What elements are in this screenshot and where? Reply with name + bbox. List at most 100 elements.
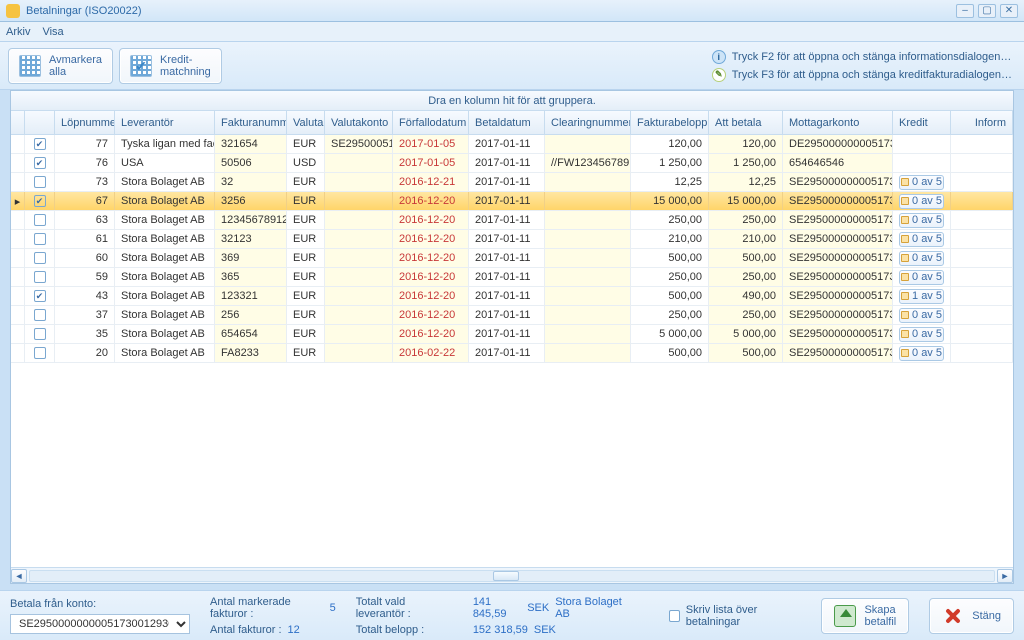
- kredit-pill[interactable]: 0 av 5: [899, 308, 944, 323]
- row-indicator: [11, 173, 25, 191]
- cell-kredit: [893, 154, 951, 172]
- cell-mottagarkonto: 654646546: [783, 154, 893, 172]
- col-fakturabelopp[interactable]: Fakturabelopp: [631, 111, 709, 134]
- credit-match-button[interactable]: Kredit- matchning: [119, 48, 222, 84]
- kredit-text: 0 av 5: [912, 271, 942, 283]
- col-fakturanummer[interactable]: Fakturanummer: [215, 111, 287, 134]
- row-checkbox[interactable]: [25, 173, 55, 191]
- menubar: Arkiv Visa: [0, 22, 1024, 42]
- row-checkbox[interactable]: [25, 344, 55, 362]
- table-row[interactable]: 59Stora Bolaget AB365EUR2016-12-202017-0…: [11, 268, 1013, 287]
- col-lopnummer[interactable]: Löpnummer: [55, 111, 115, 134]
- col-inform[interactable]: Inform: [951, 111, 1013, 134]
- table-row[interactable]: 63Stora Bolaget AB123456789123…EUR2016-1…: [11, 211, 1013, 230]
- row-checkbox[interactable]: [25, 325, 55, 343]
- menu-visa[interactable]: Visa: [42, 26, 63, 38]
- create-payment-file-button[interactable]: Skapa betalfil: [821, 598, 909, 634]
- credit-match-label-2: matchning: [160, 66, 211, 78]
- cell-betaldatum: 2017-01-11: [469, 230, 545, 248]
- print-list-checkbox[interactable]: Skriv lista över betalningar: [669, 604, 802, 628]
- col-leverantor[interactable]: Leverantör: [115, 111, 215, 134]
- total-value: 152 318,59: [473, 624, 528, 636]
- row-checkbox[interactable]: ✔: [25, 192, 55, 210]
- table-row[interactable]: ▸✔67Stora Bolaget AB3256EUR2016-12-20201…: [11, 192, 1013, 211]
- cell-fakturanummer: 321654: [215, 135, 287, 153]
- cell-mottagarkonto: SE2950000000051730…: [783, 344, 893, 362]
- pay-from-account-select[interactable]: SE29500000000051730012930: [10, 614, 190, 634]
- upload-icon: [834, 605, 856, 627]
- col-att-betala[interactable]: Att betala: [709, 111, 783, 134]
- kredit-pill[interactable]: 0 av 5: [899, 194, 944, 209]
- deselect-all-button[interactable]: Avmarkera alla: [8, 48, 113, 84]
- table-row[interactable]: ✔77Tyska ligan med facto…321654EURSE2950…: [11, 135, 1013, 154]
- row-checkbox[interactable]: [25, 249, 55, 267]
- table-row[interactable]: 20Stora Bolaget ABFA8233EUR2016-02-22201…: [11, 344, 1013, 363]
- hint-f2-text: Tryck F2 för att öppna och stänga inform…: [732, 51, 1012, 63]
- cell-clearingnummer: [545, 268, 631, 286]
- cell-lopnummer: 35: [55, 325, 115, 343]
- col-forfallodatum[interactable]: Förfallodatum: [393, 111, 469, 134]
- cell-clearingnummer: [545, 249, 631, 267]
- edit-icon: [901, 273, 909, 281]
- table-row[interactable]: ✔43Stora Bolaget AB123321EUR2016-12-2020…: [11, 287, 1013, 306]
- cell-forfallodatum: 2016-12-20: [393, 287, 469, 305]
- table-row[interactable]: ✔76USA50506USD2017-01-052017-01-11//FW12…: [11, 154, 1013, 173]
- col-kredit[interactable]: Kredit: [893, 111, 951, 134]
- col-valuta[interactable]: Valuta: [287, 111, 325, 134]
- kredit-pill[interactable]: 0 av 5: [899, 175, 944, 190]
- total-ccy: SEK: [534, 624, 556, 636]
- col-valutakonto[interactable]: Valutakonto: [325, 111, 393, 134]
- hint-f3-text: Tryck F3 för att öppna och stänga kredit…: [732, 69, 1012, 81]
- kredit-pill[interactable]: 0 av 5: [899, 270, 944, 285]
- kredit-pill[interactable]: 0 av 5: [899, 327, 944, 342]
- menu-arkiv[interactable]: Arkiv: [6, 26, 30, 38]
- row-checkbox[interactable]: [25, 306, 55, 324]
- row-checkbox[interactable]: [25, 211, 55, 229]
- close-window-button[interactable]: ✕: [1000, 4, 1018, 18]
- row-checkbox[interactable]: [25, 268, 55, 286]
- scroll-thumb[interactable]: [493, 571, 519, 581]
- edit-icon: [901, 216, 909, 224]
- edit-icon: [901, 197, 909, 205]
- create-file-label-1: Skapa: [864, 604, 896, 616]
- scroll-left-icon[interactable]: ◄: [11, 569, 27, 583]
- table-row[interactable]: 73Stora Bolaget AB32EUR2016-12-212017-01…: [11, 173, 1013, 192]
- create-file-label-2: betalfil: [864, 616, 896, 628]
- minimize-button[interactable]: –: [956, 4, 974, 18]
- cell-valutakonto: [325, 154, 393, 172]
- row-checkbox[interactable]: ✔: [25, 287, 55, 305]
- cell-clearingnummer: //FW123456789: [545, 154, 631, 172]
- marked-invoices-label: Antal markerade fakturor :: [210, 596, 324, 620]
- maximize-button[interactable]: ▢: [978, 4, 996, 18]
- edit-icon: [901, 349, 909, 357]
- kredit-pill[interactable]: 0 av 5: [899, 213, 944, 228]
- close-button[interactable]: Stäng: [929, 598, 1014, 634]
- table-row[interactable]: 60Stora Bolaget AB369EUR2016-12-202017-0…: [11, 249, 1013, 268]
- cell-clearingnummer: [545, 287, 631, 305]
- grid-icon: [19, 55, 41, 77]
- table-row[interactable]: 35Stora Bolaget AB654654EUR2016-12-20201…: [11, 325, 1013, 344]
- row-indicator: ▸: [11, 192, 25, 210]
- edit-icon: [901, 254, 909, 262]
- row-checkbox[interactable]: [25, 230, 55, 248]
- footer: Betala från konto: SE2950000000005173001…: [0, 590, 1024, 640]
- scroll-right-icon[interactable]: ►: [997, 569, 1013, 583]
- cell-fakturanummer: FA8233: [215, 344, 287, 362]
- cell-inform: [951, 230, 1013, 248]
- col-mottagarkonto[interactable]: Mottagarkonto: [783, 111, 893, 134]
- table-row[interactable]: 61Stora Bolaget AB32123EUR2016-12-202017…: [11, 230, 1013, 249]
- kredit-pill[interactable]: 1 av 5: [899, 289, 944, 304]
- row-checkbox[interactable]: ✔: [25, 154, 55, 172]
- kredit-pill[interactable]: 0 av 5: [899, 251, 944, 266]
- table-row[interactable]: 37Stora Bolaget AB256EUR2016-12-202017-0…: [11, 306, 1013, 325]
- kredit-pill[interactable]: 0 av 5: [899, 346, 944, 361]
- horizontal-scrollbar[interactable]: ◄ ►: [11, 567, 1013, 583]
- group-by-hint[interactable]: Dra en kolumn hit för att gruppera.: [11, 91, 1013, 111]
- col-betaldatum[interactable]: Betaldatum: [469, 111, 545, 134]
- cell-clearingnummer: [545, 192, 631, 210]
- row-checkbox[interactable]: ✔: [25, 135, 55, 153]
- col-clearingnummer[interactable]: Clearingnummer: [545, 111, 631, 134]
- cell-valuta: USD: [287, 154, 325, 172]
- cell-att-betala: 250,00: [709, 306, 783, 324]
- kredit-pill[interactable]: 0 av 5: [899, 232, 944, 247]
